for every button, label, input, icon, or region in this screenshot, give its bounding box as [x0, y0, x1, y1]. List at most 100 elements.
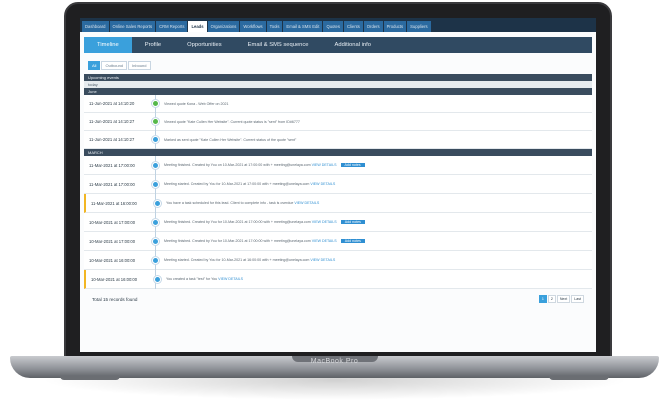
event-description: Meeting started. Created by You for 10-M… [164, 258, 310, 262]
march-events: 11-Mar-2021 at 17:00:00 Meeting finished.… [84, 156, 592, 289]
lead-tabs: Timeline Profile Opportunities Email & SMS … [84, 37, 592, 53]
event-text: Meeting finished. Created by You for 10-… [164, 220, 592, 224]
timeline-row: 11-Jun-2021 at 14:10:27 Viewed quote "Kat… [84, 113, 592, 131]
timeline-row: 11-Jun-2021 at 14:10:20 Viewed quote Kona… [84, 95, 592, 113]
event-date: 10-Mar-2021 at 17:00:00 [89, 238, 136, 244]
view-details-link[interactable]: VIEW DETAILS [311, 220, 337, 224]
nav-item-workflows[interactable]: Workflows [240, 21, 266, 32]
laptop-mockup: Dashboard Online Sales Reports CRM Reports… [0, 0, 669, 420]
timeline-filters: All Outbound Inbound [84, 57, 592, 74]
records-total: Total 15 records found [92, 296, 138, 302]
event-marker [148, 275, 166, 283]
event-text: You created a task "test" for You VIEW D… [166, 277, 592, 281]
timeline-row: 10-Mar-2021 at 16:00:00 You created a tas… [84, 270, 592, 289]
page-2[interactable]: 2 [547, 295, 556, 303]
section-upcoming: Upcoming events [84, 74, 592, 81]
nav-item-online-sales-reports[interactable]: Online Sales Reports [109, 21, 156, 32]
filter-inbound[interactable]: Inbound [128, 61, 151, 70]
june-events: 11-Jun-2021 at 14:10:20 Viewed quote Kona… [84, 95, 592, 149]
event-description: Meeting finished. Created by You for 10-… [164, 220, 311, 224]
event-date: 11-Jun-2021 at 14:10:20 [89, 101, 135, 106]
pagination: 1 2 Next Last [538, 295, 584, 303]
timeline-row: 11-Jun-2021 at 14:10:27 Marked as sent qu… [84, 131, 592, 149]
timeline-panel: All Outbound Inbound Upcoming events today… [84, 57, 592, 309]
tab-email-and-sms-sequence[interactable]: Email & SMS sequence [235, 37, 322, 53]
event-date: 10-Mar-2021 at 17:00:00 [89, 219, 136, 225]
event-date: 11-Mar-2021 at 16:00:00 [91, 200, 137, 206]
nav-item-orders[interactable]: Orders [363, 21, 383, 32]
event-marker [146, 218, 164, 226]
page-last[interactable]: Last [571, 295, 584, 303]
view-details-link[interactable]: VIEW DETAILS [217, 277, 243, 281]
section-today: today [84, 81, 592, 88]
phone-icon [153, 199, 161, 207]
calendar-icon [151, 180, 159, 188]
timeline-row: 10-Mar-2021 at 16:00:00 Meeting started. … [84, 251, 592, 270]
event-description: Viewed quote Kona - Web Offer on 2021 [164, 101, 229, 106]
nav-item-quotes[interactable]: Quotes [323, 21, 343, 32]
event-date: 11-Mar-2021 at 17:00:00 [89, 181, 135, 187]
app-screen: Dashboard Online Sales Reports CRM Reports… [80, 18, 596, 352]
nav-item-clients[interactable]: Clients [343, 21, 363, 32]
section-june: June [84, 88, 592, 95]
calendar-icon [151, 237, 159, 245]
event-text: Meeting finished. Created by You for 10-… [164, 239, 592, 243]
phone-icon [153, 275, 161, 283]
event-text: Meeting started. Created by You for 10-M… [164, 258, 592, 262]
nav-item-tools[interactable]: Tools [266, 21, 283, 32]
page-1[interactable]: 1 [538, 295, 547, 303]
event-marker [146, 161, 164, 169]
view-details-link[interactable]: VIEW DETAILS [293, 201, 319, 205]
event-description: You created a task "test" for You [166, 277, 218, 281]
tab-profile[interactable]: Profile [132, 37, 174, 53]
laptop-foot-left [60, 376, 120, 380]
page-next[interactable]: Next [556, 295, 571, 303]
tab-timeline[interactable]: Timeline [84, 37, 132, 53]
view-details-link[interactable]: VIEW DETAILS [311, 239, 337, 243]
nav-item-email-and-sms-edit[interactable]: Email & SMS Edit [283, 21, 323, 32]
timeline-row: 11-Mar-2021 at 17:00:00 Meeting started. … [84, 175, 592, 194]
event-date: 11-Jun-2021 at 14:10:27 [89, 137, 135, 142]
check-icon [151, 100, 159, 107]
add-notes-button[interactable]: Add notes [340, 239, 365, 243]
event-date: 10-Mar-2021 at 16:00:00 [89, 257, 136, 263]
calendar-icon [151, 161, 159, 169]
add-notes-button[interactable]: Add notes [340, 163, 365, 167]
event-description: Meeting started. Created by You for 10-M… [164, 182, 310, 186]
calendar-icon [151, 256, 159, 264]
timeline-row: 10-Mar-2021 at 17:00:00 Meeting finished.… [84, 213, 592, 232]
event-description: Meeting finished. Created by You for 10-… [164, 239, 311, 243]
timeline-row: 11-Mar-2021 at 16:00:00 You have a task s… [84, 194, 592, 213]
event-marker [148, 199, 166, 207]
filter-all[interactable]: All [88, 61, 101, 70]
view-details-link[interactable]: VIEW DETAILS [311, 163, 337, 167]
section-march: MARCH [84, 149, 592, 156]
event-description: Meeting finished. Created by You on 10-M… [164, 163, 311, 167]
nav-item-products[interactable]: Products [383, 21, 407, 32]
event-description: Marked as sent quote "Kate Cullen Her We… [164, 137, 297, 142]
event-marker [146, 237, 164, 245]
timeline-row: 10-Mar-2021 at 17:00:00 Meeting finished.… [84, 232, 592, 251]
event-marker [146, 100, 164, 107]
nav-item-organizations[interactable]: Organizations [207, 21, 240, 32]
filter-outbound[interactable]: Outbound [101, 61, 128, 70]
timeline-row: 11-Mar-2021 at 17:00:00 Meeting finished.… [84, 156, 592, 175]
nav-item-dashboard[interactable]: Dashboard [82, 21, 109, 32]
view-details-link[interactable]: VIEW DETAILS [309, 258, 335, 262]
event-date: 10-Mar-2021 at 16:00:00 [91, 276, 138, 282]
event-description: You have a task scheduled for this lead.… [166, 201, 294, 205]
tab-opportunities[interactable]: Opportunities [174, 37, 234, 53]
nav-item-leads[interactable]: Leads [188, 21, 207, 32]
timeline-footer: Total 15 records found 1 2 Next Last [84, 289, 592, 309]
event-marker [146, 136, 164, 143]
add-notes-button[interactable]: Add notes [340, 220, 365, 224]
view-details-link[interactable]: VIEW DETAILS [309, 182, 335, 186]
nav-item-crm-reports[interactable]: CRM Reports [156, 21, 188, 32]
nav-item-suppliers[interactable]: Suppliers [407, 21, 431, 32]
tab-additional-info[interactable]: Additional info [322, 37, 384, 53]
event-marker [146, 256, 164, 264]
event-text: Meeting started. Created by You for 10-M… [164, 182, 592, 186]
check-icon [151, 118, 159, 125]
event-text: Marked as sent quote "Kate Cullen Her We… [164, 138, 592, 142]
event-text: Meeting finished. Created by You on 10-M… [164, 163, 592, 167]
